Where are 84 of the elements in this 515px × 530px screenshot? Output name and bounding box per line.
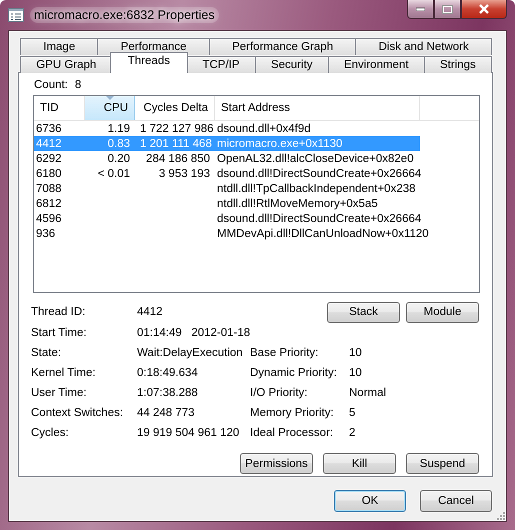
field-value: Normal <box>349 387 388 399</box>
ok-button[interactable]: OK <box>334 490 406 512</box>
field-label: Dynamic Priority: <box>250 367 338 379</box>
thread-row[interactable]: 6736 1.19 1 722 127 986 dsound.dll+0x4f9d <box>34 121 420 136</box>
permissions-button[interactable]: Permissions <box>240 453 313 474</box>
field-value: 5 <box>349 407 356 419</box>
field-value: 0:18:49.634 <box>137 367 199 379</box>
field-value: 19 919 504 961 120 <box>137 427 240 439</box>
field-label: Ideal Processor: <box>250 427 334 439</box>
tab[interactable]: Threads <box>110 52 188 73</box>
tab[interactable]: GPU Graph <box>20 56 113 73</box>
field-label: Context Switches: <box>31 407 124 419</box>
field-value: 2 <box>349 427 356 439</box>
maximize-icon <box>442 4 453 14</box>
field-value: 01:14:49 2012-01-18 <box>137 327 250 339</box>
minimize-button[interactable] <box>407 0 434 19</box>
close-icon <box>478 4 490 14</box>
table-cell: 1 722 127 986 <box>140 122 214 134</box>
table-cell: 3 953 193 <box>158 168 210 180</box>
table-cell: 0.83 <box>108 138 130 150</box>
field-value: 1:07:38.288 <box>137 387 199 399</box>
tab[interactable]: Strings <box>424 56 492 73</box>
field-label: Thread ID: <box>31 306 86 318</box>
field-label: User Time: <box>31 387 88 399</box>
table-cell: 7088 <box>36 182 62 194</box>
table-cell: 284 186 850 <box>146 152 210 164</box>
table-cell: OpenAL32.dll!alcCloseDevice+0x82e0 <box>217 152 414 164</box>
close-button[interactable] <box>461 0 507 19</box>
thread-row[interactable]: 7088 ntdll.dll!TpCallbackIndependent+0x238 <box>34 181 420 196</box>
stack-button[interactable]: Stack <box>327 302 400 322</box>
field-value: Wait:DelayExecution <box>137 347 244 359</box>
count-value: 8 <box>74 79 82 91</box>
field-value: 4412 <box>137 306 164 318</box>
maximize-button[interactable] <box>434 0 461 19</box>
table-cell: 6180 <box>36 168 62 180</box>
table-cell: dsound.dll+0x4f9d <box>217 122 311 134</box>
tab[interactable]: Disk and Network <box>355 38 492 55</box>
sort-arrow-icon <box>106 96 114 100</box>
table-cell: 1 201 111 468 <box>140 138 212 150</box>
count-label: Count: <box>34 79 68 91</box>
thread-row[interactable]: 6180 < 0.01 3 953 193 dsound.dll!DirectSoundCreate+0x26664 <box>34 166 420 181</box>
field-label: State: <box>31 347 62 359</box>
table-cell: 6292 <box>36 152 62 164</box>
kill-button[interactable]: Kill <box>323 453 396 474</box>
table-cell: < 0.01 <box>98 168 130 180</box>
tab[interactable]: Security <box>254 56 329 73</box>
table-cell: ntdll.dll!RtlMoveMemory+0x5a5 <box>217 198 378 210</box>
table-cell: dsound.dll!DirectSoundCreate+0x26664 <box>217 168 422 180</box>
cancel-button[interactable]: Cancel <box>420 490 492 512</box>
resize-grip-icon[interactable] <box>495 510 505 520</box>
field-value: 10 <box>349 347 363 359</box>
field-label: Kernel Time: <box>31 367 97 379</box>
table-cell: ntdll.dll!TpCallbackIndependent+0x238 <box>217 182 416 194</box>
minimize-icon <box>416 7 425 11</box>
table-cell: MMDevApi.dll!DllCanUnloadNow+0x1120 <box>217 228 429 240</box>
table-cell: 4412 <box>36 138 62 150</box>
field-label: Cycles: <box>31 427 70 439</box>
suspend-button[interactable]: Suspend <box>406 453 479 474</box>
field-value: 44 248 773 <box>137 407 196 419</box>
field-label: Base Priority: <box>250 347 320 359</box>
table-cell: 6736 <box>36 122 62 134</box>
field-label: Start Time: <box>31 327 88 339</box>
thread-row[interactable]: 4596 dsound.dll!DirectSoundCreate+0x26664 <box>34 211 420 226</box>
thread-row[interactable]: 6292 0.20 284 186 850 OpenAL32.dll!alcCloseDevice+0x82e0 <box>34 151 420 166</box>
table-cell: dsound.dll!DirectSoundCreate+0x26664 <box>217 212 422 224</box>
table-cell: 0.20 <box>108 152 130 164</box>
module-button[interactable]: Module <box>406 302 479 322</box>
table-cell: 936 <box>36 228 56 240</box>
field-label: I/O Priority: <box>250 387 309 399</box>
column-header[interactable]: CPU <box>85 96 135 120</box>
column-header[interactable]: Cycles Delta <box>135 96 215 120</box>
table-cell: 1.19 <box>108 122 130 134</box>
table-cell: micromacro.exe+0x1130 <box>217 138 342 150</box>
tab[interactable]: TCP/IP <box>186 56 256 73</box>
column-header[interactable]: Start Address <box>215 96 420 120</box>
thread-row[interactable]: 6812 ntdll.dll!RtlMoveMemory+0x5a5 <box>34 196 420 211</box>
tab[interactable]: Performance Graph <box>208 38 356 55</box>
field-label: Memory Priority: <box>250 407 335 419</box>
app-icon <box>8 8 24 22</box>
field-value: 10 <box>349 367 363 379</box>
tab[interactable]: Image <box>20 38 98 55</box>
table-cell: 6812 <box>36 198 62 210</box>
tab[interactable]: Environment <box>328 56 425 73</box>
table-cell: 4596 <box>36 212 62 224</box>
